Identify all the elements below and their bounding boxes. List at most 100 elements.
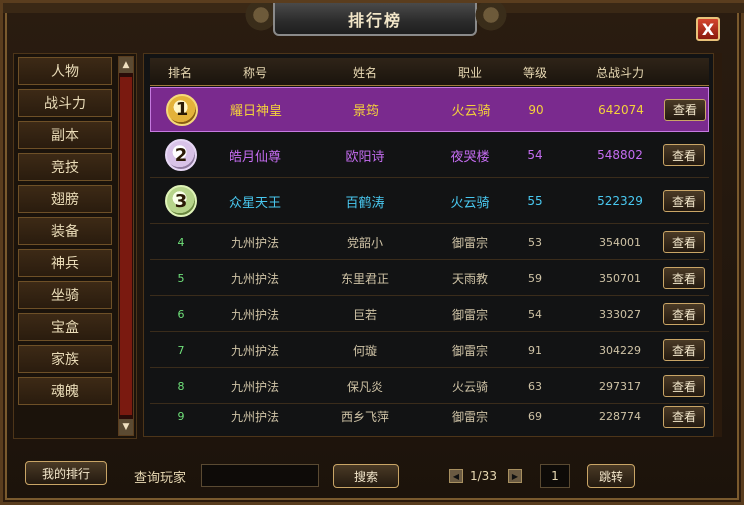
row-action: 查看 <box>661 88 709 131</box>
view-button[interactable]: 查看 <box>663 303 705 325</box>
row-title: 九州护法 <box>230 271 279 286</box>
close-button[interactable]: X <box>696 17 720 41</box>
view-button[interactable]: 查看 <box>663 375 705 397</box>
row-level: 54 <box>527 148 543 162</box>
table-row: 1 耀日神皇 景筠 火云骑 90 642074 查看 <box>150 87 709 132</box>
prev-page-icon[interactable]: ◀ <box>449 469 463 483</box>
table-row: 5 九州护法 东里君正 天雨教 59 350701 查看 <box>150 261 709 296</box>
bronze-medal-icon: 3 <box>165 185 197 217</box>
row-name: 景筠 <box>352 104 379 119</box>
sidebar-scroll-thumb[interactable] <box>120 77 132 415</box>
row-class: 夜哭楼 <box>450 149 490 165</box>
row-title: 皓月仙尊 <box>228 149 281 165</box>
sidebar-item-wings[interactable]: 翅膀 <box>18 185 112 213</box>
header-level: 等级 <box>522 66 547 80</box>
row-power: 228774 <box>599 410 641 423</box>
row-rank: 5 <box>177 271 185 285</box>
header-power: 总战斗力 <box>595 66 644 80</box>
row-level: 91 <box>528 343 542 357</box>
view-button[interactable]: 查看 <box>663 231 705 253</box>
next-page-icon[interactable]: ▶ <box>508 469 522 483</box>
sidebar-item-mount[interactable]: 坐骑 <box>18 281 112 309</box>
jump-button[interactable]: 跳转 <box>587 464 635 488</box>
row-rank: 6 <box>177 307 185 321</box>
my-rank-button[interactable]: 我的排行 <box>25 461 107 485</box>
view-button[interactable]: 查看 <box>663 405 705 428</box>
row-level: 54 <box>528 307 542 321</box>
table-row: 7 九州护法 何璇 御雷宗 91 304229 查看 <box>150 333 709 368</box>
header-rank: 排名 <box>167 66 192 80</box>
row-power: 297317 <box>599 379 641 393</box>
row-action: 查看 <box>660 179 708 223</box>
rank-medal: 2 <box>158 133 204 177</box>
row-class: 御雷宗 <box>451 235 488 250</box>
rank-medal: 1 <box>159 88 205 131</box>
row-action: 查看 <box>660 225 708 259</box>
row-class: 火云骑 <box>450 195 490 211</box>
row-power: 333027 <box>599 307 641 321</box>
row-title: 众星天王 <box>228 195 281 211</box>
view-button[interactable]: 查看 <box>664 98 706 121</box>
row-class: 火云骑 <box>451 104 491 119</box>
header-name: 姓名 <box>352 66 377 80</box>
table-scrollbar[interactable] <box>714 53 722 437</box>
view-button[interactable]: 查看 <box>663 144 705 166</box>
row-name: 保凡炎 <box>346 379 383 394</box>
row-class: 御雷宗 <box>451 343 488 358</box>
sidebar-item-combat-power[interactable]: 战斗力 <box>18 89 112 117</box>
title-ornament-right-icon <box>473 3 509 33</box>
page-indicator: 1/33 <box>470 469 497 483</box>
row-power: 642074 <box>598 102 644 117</box>
row-rank: 7 <box>177 343 185 357</box>
scroll-up-icon[interactable]: ▲ <box>119 57 133 73</box>
sidebar-item-divine-weapon[interactable]: 神兵 <box>18 249 112 277</box>
row-title: 九州护法 <box>230 410 279 424</box>
page-number-input[interactable]: 1 <box>540 464 570 488</box>
row-action: 查看 <box>660 333 708 367</box>
scroll-down-icon[interactable]: ▼ <box>119 419 133 435</box>
row-name: 党韶小 <box>346 235 383 250</box>
view-button[interactable]: 查看 <box>663 267 705 289</box>
row-class: 御雷宗 <box>451 410 488 424</box>
sidebar-item-equipment[interactable]: 装备 <box>18 217 112 245</box>
row-name: 百鹤涛 <box>345 195 385 211</box>
search-button[interactable]: 搜索 <box>333 464 399 488</box>
window-title: 排行榜 <box>347 10 402 30</box>
view-button[interactable]: 查看 <box>663 339 705 361</box>
row-action: 查看 <box>660 261 708 295</box>
view-button[interactable]: 查看 <box>663 190 705 212</box>
window-title-plate: 排行榜 <box>273 3 477 36</box>
row-level: 63 <box>528 379 542 393</box>
ranking-window: 排行榜 X 人物 战斗力 副本 竞技 翅膀 装备 神兵 坐骑 宝盒 家族 魂魄 … <box>0 0 744 505</box>
sidebar-item-clan[interactable]: 家族 <box>18 345 112 373</box>
row-action: 查看 <box>660 133 708 177</box>
sidebar-item-arena[interactable]: 竞技 <box>18 153 112 181</box>
sidebar-scrollbar[interactable]: ▲ ▼ <box>118 56 134 436</box>
table-row: 3 众星天王 百鹤涛 火云骑 55 522329 查看 <box>150 179 709 224</box>
header-class: 职业 <box>457 66 482 80</box>
row-power: 354001 <box>599 235 641 249</box>
row-rank: 8 <box>177 379 185 393</box>
table-row: 6 九州护法 巨若 御雷宗 54 333027 查看 <box>150 297 709 332</box>
row-class: 火云骑 <box>451 379 488 394</box>
row-level: 59 <box>528 271 542 285</box>
row-name: 欧阳诗 <box>345 149 385 165</box>
row-power: 304229 <box>599 343 641 357</box>
row-title: 九州护法 <box>230 235 279 250</box>
row-action: 查看 <box>660 369 708 403</box>
table-row: 4 九州护法 党韶小 御雷宗 53 354001 查看 <box>150 225 709 260</box>
sidebar-item-soul[interactable]: 魂魄 <box>18 377 112 405</box>
row-name: 东里君正 <box>340 271 389 286</box>
row-name: 西乡飞萍 <box>340 410 389 424</box>
player-search-input[interactable] <box>201 464 319 487</box>
sidebar-item-dungeon[interactable]: 副本 <box>18 121 112 149</box>
sidebar-item-treasure-box[interactable]: 宝盒 <box>18 313 112 341</box>
row-class: 天雨教 <box>451 271 488 286</box>
row-power: 522329 <box>597 194 643 208</box>
header-title: 称号 <box>242 66 267 80</box>
row-power: 350701 <box>599 271 641 285</box>
row-power: 548802 <box>597 148 643 162</box>
table-header: 排名 称号 姓名 职业 等级 总战斗力 <box>150 58 709 86</box>
sidebar-item-character[interactable]: 人物 <box>18 57 112 85</box>
category-sidebar: 人物 战斗力 副本 竞技 翅膀 装备 神兵 坐骑 宝盒 家族 魂魄 ▲ ▼ <box>13 53 137 439</box>
